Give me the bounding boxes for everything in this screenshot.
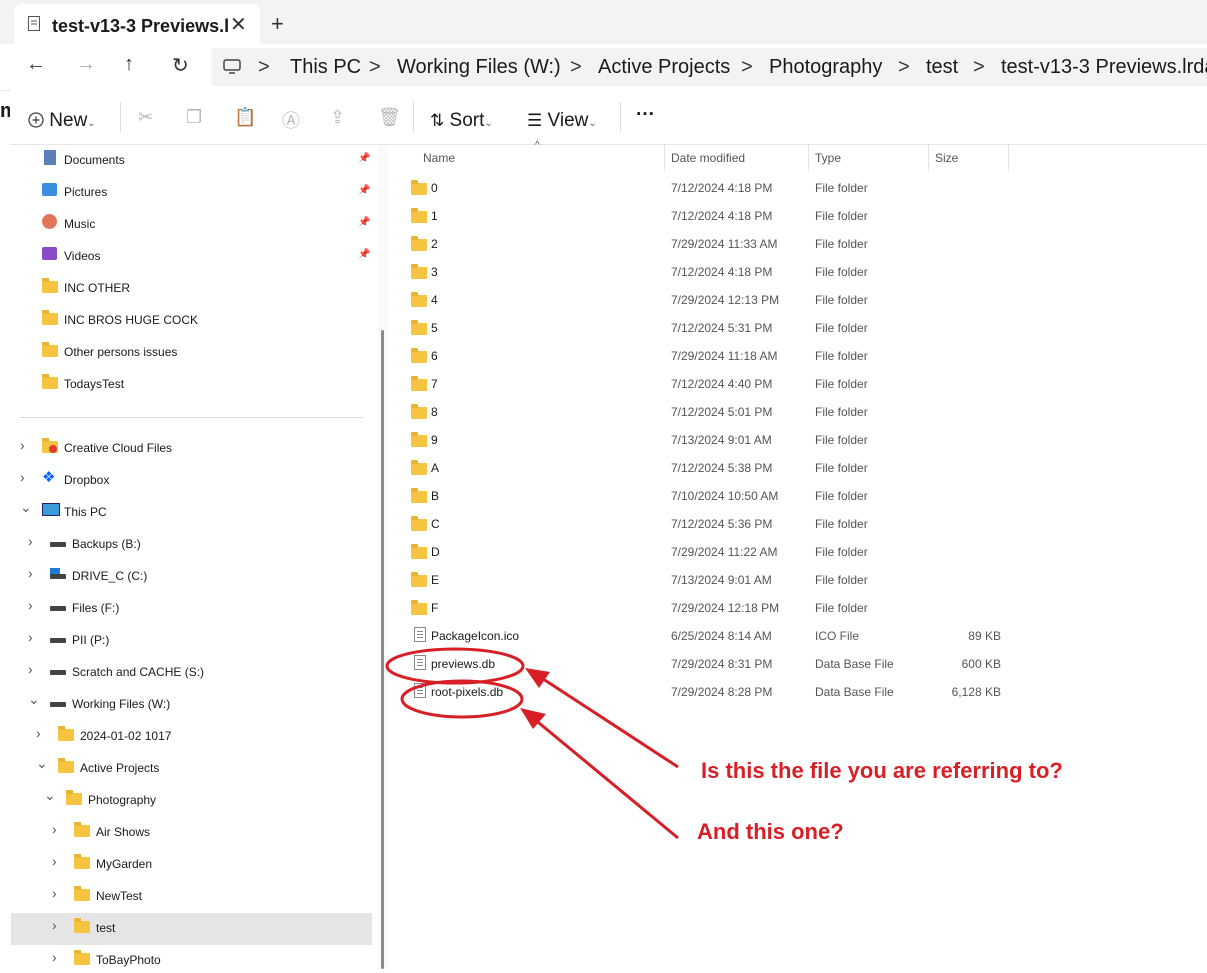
highlight-ellipse-root-pixels <box>400 679 524 719</box>
arrow-line-1 <box>536 673 679 769</box>
arrowhead-1 <box>525 668 550 688</box>
annotation-text-second: And this one? <box>697 819 844 844</box>
highlight-ellipse-previews <box>385 647 525 685</box>
annotation-text-question: Is this the file you are referring to? <box>701 758 1063 783</box>
annotation-overlay <box>385 647 679 840</box>
arrow-line-2 <box>532 716 679 840</box>
